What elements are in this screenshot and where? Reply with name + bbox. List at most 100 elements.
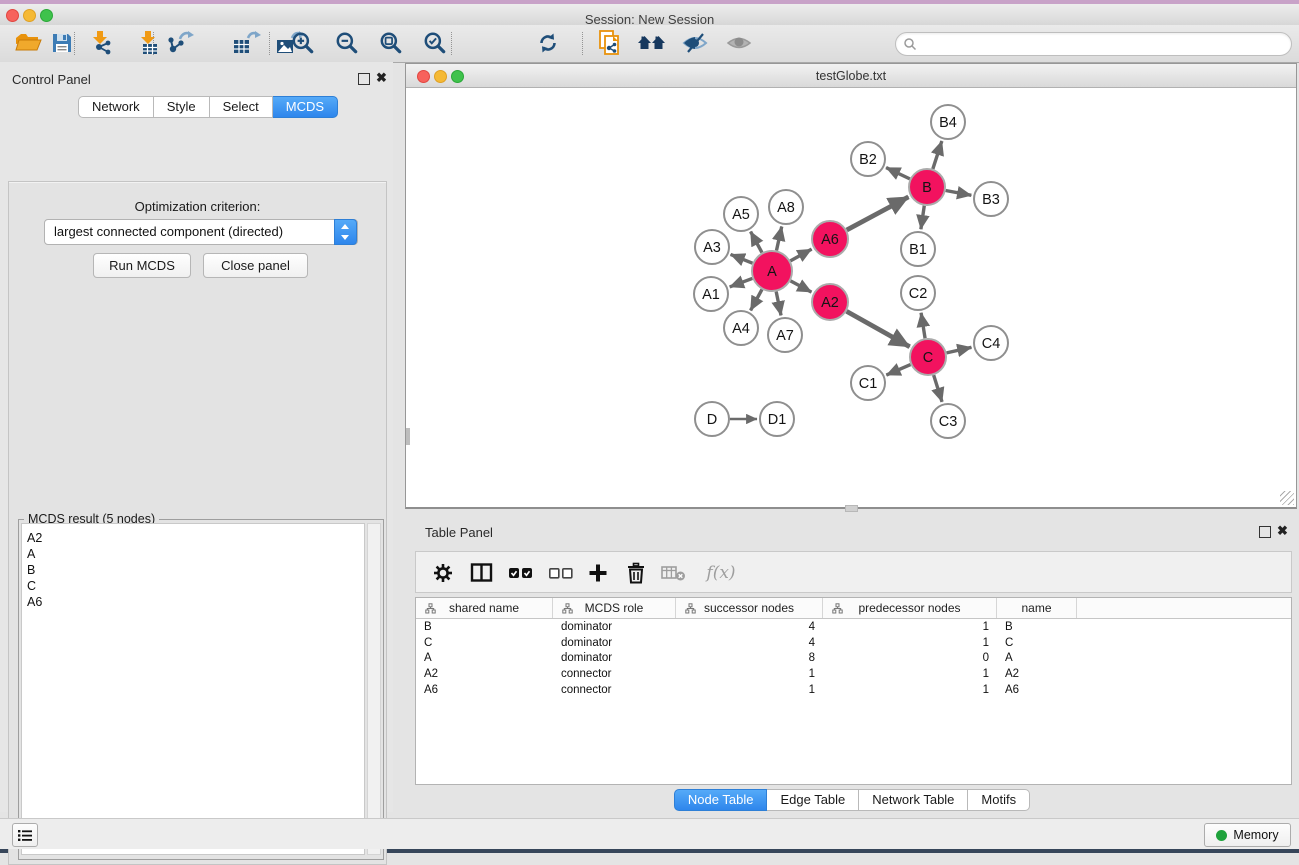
zoom-in-button[interactable]: [286, 28, 320, 58]
copy-network-button[interactable]: [593, 28, 627, 58]
zoom-fit-button[interactable]: [374, 28, 408, 58]
float-panel-icon[interactable]: [358, 73, 370, 85]
table-cell[interactable]: A6: [997, 683, 1077, 699]
column-header-successor-nodes[interactable]: successor nodes: [676, 598, 823, 618]
export-network-button[interactable]: [163, 28, 197, 58]
table-cell[interactable]: 1: [823, 636, 997, 652]
table-row[interactable]: Adominator80A: [416, 651, 1291, 667]
graph-edge-A-A1[interactable]: [730, 278, 753, 287]
table-row[interactable]: A2connector11A2: [416, 667, 1291, 683]
table-row[interactable]: Bdominator41B: [416, 620, 1291, 636]
graph-node-B4[interactable]: B4: [931, 105, 965, 139]
tab-style[interactable]: Style: [154, 96, 210, 118]
vertical-scroll-thumb[interactable]: [406, 428, 410, 445]
function-builder-button[interactable]: f(x): [699, 558, 743, 588]
tab-select[interactable]: Select: [210, 96, 273, 118]
graph-edge-C-C3[interactable]: [934, 375, 942, 402]
graph-node-A6[interactable]: A6: [812, 221, 848, 257]
window-resize-grip[interactable]: [1280, 491, 1294, 505]
table-cell[interactable]: 0: [823, 651, 997, 667]
add-column-button[interactable]: [583, 558, 613, 588]
delete-table-button[interactable]: [659, 558, 689, 588]
table-options-button[interactable]: [428, 558, 458, 588]
graph-node-A7[interactable]: A7: [768, 318, 802, 352]
graph-edge-A-A8[interactable]: [776, 227, 781, 251]
close-panel-icon[interactable]: ✖: [376, 73, 387, 83]
graph-node-C[interactable]: C: [910, 339, 946, 375]
import-table-button[interactable]: [132, 28, 166, 58]
show-task-history-button[interactable]: [12, 823, 38, 847]
table-cell[interactable]: dominator: [553, 636, 676, 652]
import-network-button[interactable]: [84, 28, 118, 58]
table-cell[interactable]: 4: [676, 636, 823, 652]
column-header-predecessor-nodes[interactable]: predecessor nodes: [823, 598, 997, 618]
tab-network[interactable]: Network: [78, 96, 154, 118]
table-cell[interactable]: A: [997, 651, 1077, 667]
export-table-button[interactable]: [229, 28, 263, 58]
graph-node-D[interactable]: D: [695, 402, 729, 436]
close-panel-button[interactable]: Close panel: [203, 253, 308, 278]
show-columns-button[interactable]: [467, 558, 497, 588]
graph-node-A5[interactable]: A5: [724, 197, 758, 231]
table-cell[interactable]: connector: [553, 683, 676, 699]
graph-node-A2[interactable]: A2: [812, 284, 848, 320]
graph-edge-B-B3[interactable]: [946, 191, 972, 196]
graph-node-C1[interactable]: C1: [851, 366, 885, 400]
show-all-networks-button[interactable]: [635, 28, 669, 58]
table-cell[interactable]: 1: [823, 667, 997, 683]
open-session-button[interactable]: [11, 28, 45, 58]
mcds-result-item[interactable]: C: [27, 578, 364, 594]
table-cell[interactable]: 1: [676, 683, 823, 699]
graph-edge-B-B4[interactable]: [933, 141, 942, 169]
graph-edge-A-A3[interactable]: [731, 254, 753, 263]
close-panel-icon[interactable]: ✖: [1277, 526, 1288, 536]
memory-button[interactable]: Memory: [1204, 823, 1291, 847]
table-cell[interactable]: B: [416, 620, 553, 636]
tab-mcds[interactable]: MCDS: [273, 96, 338, 118]
graph-edge-C-C1[interactable]: [886, 365, 910, 375]
column-header-MCDS-role[interactable]: MCDS role: [553, 598, 676, 618]
table-cell[interactable]: connector: [553, 667, 676, 683]
select-all-button[interactable]: [506, 558, 536, 588]
table-cell[interactable]: 1: [823, 683, 997, 699]
run-mcds-button[interactable]: Run MCDS: [93, 253, 191, 278]
mcds-result-item[interactable]: B: [27, 562, 364, 578]
graph-node-B3[interactable]: B3: [974, 182, 1008, 216]
table-row[interactable]: Cdominator41C: [416, 636, 1291, 652]
graph-edge-A-A5[interactable]: [751, 232, 762, 253]
mcds-result-list[interactable]: A2ABCA6: [21, 523, 365, 855]
graph-node-C2[interactable]: C2: [901, 276, 935, 310]
show-graphics-details-button[interactable]: [722, 28, 756, 58]
save-session-button[interactable]: [45, 28, 79, 58]
horizontal-scroll-thumb[interactable]: [845, 505, 858, 512]
graph-node-D1[interactable]: D1: [760, 402, 794, 436]
mcds-result-item[interactable]: A6: [27, 594, 364, 610]
graph-edge-C-C2[interactable]: [921, 313, 925, 338]
table-cell[interactable]: C: [997, 636, 1077, 652]
mcds-result-item[interactable]: A2: [27, 530, 364, 546]
graph-node-B2[interactable]: B2: [851, 142, 885, 176]
table-cell[interactable]: 8: [676, 651, 823, 667]
zoom-selected-button[interactable]: [418, 28, 452, 58]
table-cell[interactable]: A2: [997, 667, 1077, 683]
graph-node-A[interactable]: A: [752, 251, 792, 291]
table-cell[interactable]: 1: [676, 667, 823, 683]
table-cell[interactable]: dominator: [553, 620, 676, 636]
graph-node-A4[interactable]: A4: [724, 311, 758, 345]
graph-edge-A-A4[interactable]: [751, 289, 762, 310]
zoom-out-button[interactable]: [330, 28, 364, 58]
column-header-shared-name[interactable]: shared name: [416, 598, 553, 618]
column-header-name[interactable]: name: [997, 598, 1077, 618]
graph-node-B1[interactable]: B1: [901, 232, 935, 266]
network-canvas[interactable]: B4B2BB3A8A5A6A3B1AA1C2A2A4A7C4CC1C3DD1: [410, 89, 1294, 507]
graph-edge-B-B2[interactable]: [886, 168, 910, 179]
graph-edge-A2-C[interactable]: [847, 311, 910, 346]
table-cell[interactable]: 4: [676, 620, 823, 636]
graph-node-C3[interactable]: C3: [931, 404, 965, 438]
criterion-select[interactable]: largest connected component (directed): [44, 219, 358, 245]
tab-motifs[interactable]: Motifs: [968, 789, 1030, 811]
table-cell[interactable]: A: [416, 651, 553, 667]
graph-edge-A-A2[interactable]: [791, 281, 812, 292]
search-input[interactable]: [922, 35, 1286, 53]
deselect-all-button[interactable]: [546, 558, 576, 588]
